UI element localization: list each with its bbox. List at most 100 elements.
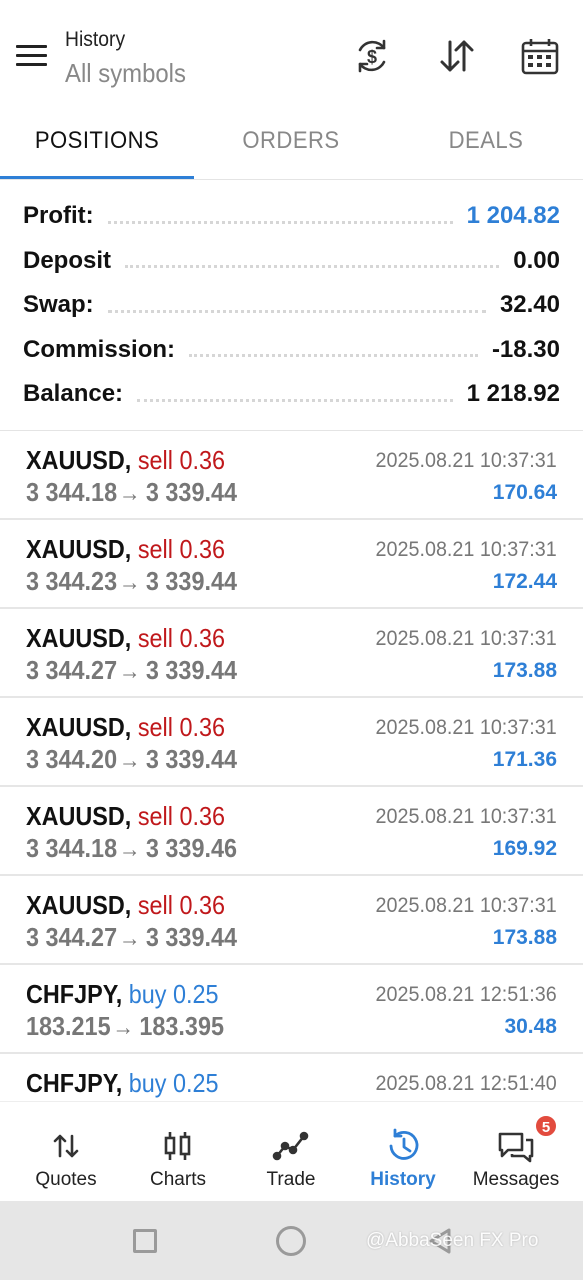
position-time: 2025.08.21 12:51:36: [375, 983, 557, 1006]
position-row[interactable]: CHFJPY, buy 0.25 183.215→ 183.395 2025.08…: [0, 965, 583, 1054]
arrow-icon: →: [118, 480, 141, 507]
position-prices: 3 344.23→ 3 339.44: [26, 566, 237, 597]
close-price: 3 339.44: [145, 655, 237, 685]
tab-positions[interactable]: POSITIONS: [8, 112, 186, 180]
open-price: 3 344.23: [26, 566, 118, 596]
position-title: XAUUSD, sell 0.36: [26, 534, 225, 565]
nav-charts[interactable]: Charts: [120, 1102, 236, 1202]
position-prices: 3 344.27→ 3 339.44: [26, 922, 237, 953]
nav-messages[interactable]: 5 Messages: [458, 1102, 574, 1202]
summary-label: Swap:: [23, 291, 94, 319]
position-row[interactable]: XAUUSD, sell 0.36 3 344.27→ 3 339.44 2025…: [0, 609, 583, 698]
watermark: @AbbaSeen FX Pro: [366, 1230, 539, 1251]
position-time: 2025.08.21 12:51:40: [375, 1072, 557, 1095]
position-side: sell 0.36: [137, 801, 225, 831]
nav-quotes[interactable]: Quotes: [8, 1102, 124, 1202]
position-title: XAUUSD, sell 0.36: [26, 623, 225, 654]
close-price: 3 339.44: [145, 566, 237, 596]
position-side: sell 0.36: [137, 623, 225, 653]
system-navigation-bar: @AbbaSeen FX Pro: [0, 1201, 583, 1280]
close-price: 183.395: [139, 1011, 224, 1041]
position-row[interactable]: CHFJPY, buy 0.25 2025.08.21 12:51:40: [0, 1054, 583, 1101]
position-title: CHFJPY, buy 0.25: [26, 1068, 219, 1099]
symbol-filter[interactable]: All symbols: [65, 58, 186, 89]
tab-bar: POSITIONS ORDERS DEALS: [0, 112, 583, 180]
position-time: 2025.08.21 10:37:31: [375, 716, 557, 739]
position-symbol: XAUUSD,: [26, 623, 132, 653]
close-price: 3 339.44: [145, 922, 237, 952]
position-profit: 171.36: [492, 748, 557, 771]
position-prices: 3 344.20→ 3 339.44: [26, 744, 237, 775]
position-side: sell 0.36: [137, 890, 225, 920]
position-prices: 3 344.27→ 3 339.44: [26, 655, 237, 686]
divider: [0, 179, 583, 180]
position-symbol: CHFJPY,: [26, 1068, 123, 1098]
dot-leader: [189, 354, 478, 358]
summary-label: Balance:: [23, 380, 124, 408]
position-profit: 173.88: [492, 659, 557, 682]
position-symbol: XAUUSD,: [26, 712, 132, 742]
position-symbol: CHFJPY,: [26, 979, 123, 1009]
position-row[interactable]: XAUUSD, sell 0.36 3 344.18→ 3 339.46 2025…: [0, 787, 583, 876]
position-profit: 173.88: [492, 926, 557, 949]
dot-leader: [137, 398, 453, 402]
position-title: XAUUSD, sell 0.36: [26, 890, 225, 921]
dot-leader: [125, 265, 500, 269]
summary-label: Deposit: [23, 246, 112, 274]
summary-profit-row: Profit: 1 204.82: [0, 194, 583, 239]
position-symbol: XAUUSD,: [26, 534, 132, 564]
position-row[interactable]: XAUUSD, sell 0.36 3 344.27→ 3 339.44 2025…: [0, 876, 583, 965]
bottom-navigation: Quotes Charts Trade History 5 Messages: [0, 1101, 583, 1201]
page-title: History: [65, 28, 126, 51]
position-symbol: XAUUSD,: [26, 890, 132, 920]
open-price: 3 344.18: [26, 477, 118, 507]
summary-swap-row: Swap: 32.40: [0, 283, 583, 328]
position-prices: 3 344.18→ 3 339.44: [26, 477, 237, 508]
sort-icon[interactable]: [436, 36, 476, 76]
summary-panel: Profit: 1 204.82 Deposit 0.00 Swap: 32.4…: [0, 194, 583, 417]
tab-orders[interactable]: ORDERS: [202, 112, 380, 180]
position-profit: 172.44: [492, 570, 557, 593]
calendar-icon[interactable]: [520, 36, 560, 76]
position-row[interactable]: XAUUSD, sell 0.36 3 344.20→ 3 339.44 2025…: [0, 698, 583, 787]
open-price: 3 344.20: [26, 744, 118, 774]
arrow-icon: →: [112, 1014, 134, 1041]
commission-value: -18.30: [491, 335, 560, 363]
position-title: XAUUSD, sell 0.36: [26, 801, 225, 832]
arrow-icon: →: [118, 569, 141, 596]
position-prices: 3 344.18→ 3 339.46: [26, 833, 237, 864]
position-row[interactable]: XAUUSD, sell 0.36 3 344.23→ 3 339.44 2025…: [0, 520, 583, 609]
position-side: sell 0.36: [137, 445, 225, 475]
home-icon[interactable]: [276, 1226, 306, 1256]
summary-balance-row: Balance: 1 218.92: [0, 372, 583, 417]
position-side: sell 0.36: [137, 534, 225, 564]
position-side: buy 0.25: [128, 979, 219, 1009]
summary-deposit-row: Deposit 0.00: [0, 239, 583, 284]
position-time: 2025.08.21 10:37:31: [375, 449, 557, 472]
position-profit: 169.92: [492, 837, 557, 860]
close-price: 3 339.46: [145, 833, 237, 863]
swap-value: 32.40: [499, 291, 560, 319]
tab-deals[interactable]: DEALS: [397, 112, 575, 180]
position-profit: 30.48: [504, 1015, 557, 1038]
nav-trade[interactable]: Trade: [233, 1102, 349, 1202]
menu-icon[interactable]: [16, 42, 48, 68]
position-symbol: XAUUSD,: [26, 801, 132, 831]
position-prices: 183.215→ 183.395: [26, 1011, 224, 1042]
position-time: 2025.08.21 10:37:31: [375, 627, 557, 650]
position-title: CHFJPY, buy 0.25: [26, 979, 219, 1010]
recent-apps-icon[interactable]: [133, 1229, 157, 1253]
arrow-icon: →: [118, 658, 141, 685]
position-time: 2025.08.21 10:37:31: [375, 538, 557, 561]
quotes-icon: [46, 1126, 86, 1166]
position-row[interactable]: XAUUSD, sell 0.36 3 344.18→ 3 339.44 2025…: [0, 431, 583, 520]
history-icon: [383, 1126, 423, 1166]
currency-exchange-icon[interactable]: $: [352, 36, 392, 76]
notification-badge: 5: [534, 1114, 558, 1138]
open-price: 3 344.27: [26, 922, 118, 952]
arrow-icon: →: [118, 836, 141, 863]
nav-history[interactable]: History: [345, 1102, 461, 1202]
svg-text:$: $: [367, 47, 377, 67]
nav-label: Messages: [472, 1169, 560, 1190]
dot-leader: [107, 220, 453, 224]
